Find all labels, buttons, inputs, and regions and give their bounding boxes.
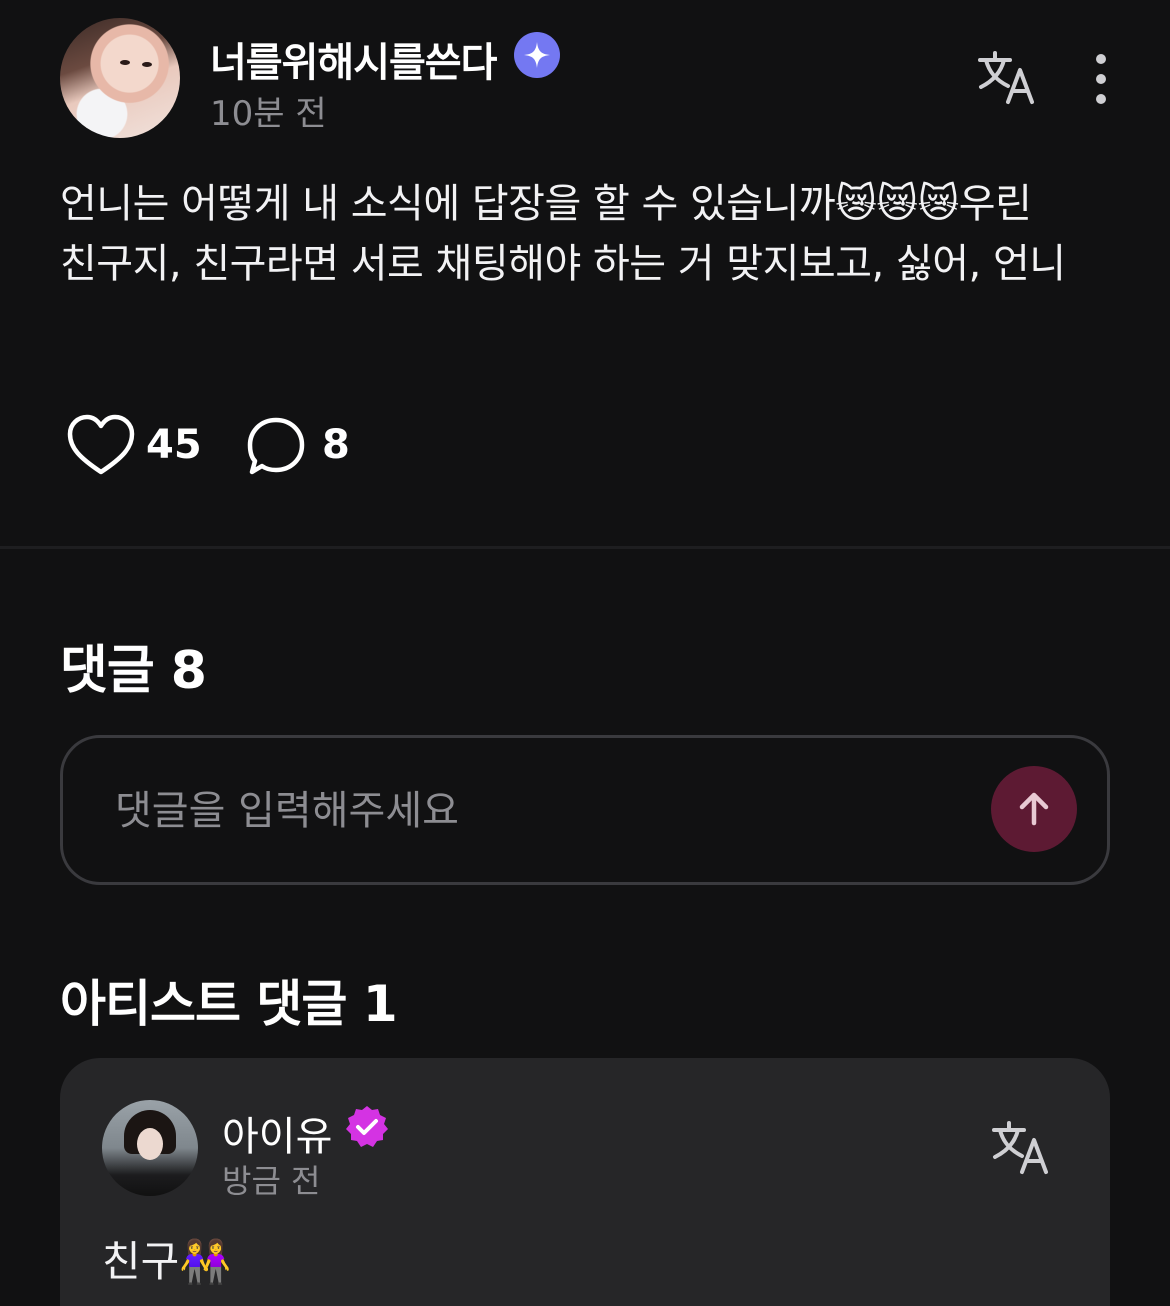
post-actions: 45 8 [66, 414, 466, 478]
send-button[interactable] [991, 766, 1077, 852]
author-name[interactable]: 너를위해시를쓴다 [210, 30, 497, 88]
post-detail-page: 너를위해시를쓴다 10분 전 언니는 어떻게 내 소식에 답장을 할 수 있습니… [0, 0, 1170, 1306]
heart-outline-icon[interactable] [66, 414, 136, 482]
more-vertical-icon[interactable] [1086, 54, 1116, 104]
comment-count[interactable]: 8 [322, 422, 350, 468]
translate-icon[interactable] [990, 1120, 1052, 1176]
sparkle-badge-icon [514, 32, 560, 78]
artist-comments-title: 아티스트 댓글 1 [60, 975, 398, 1033]
artist-comment-time: 방금 전 [222, 1162, 321, 1200]
speech-bubble-icon[interactable] [244, 416, 308, 482]
post-body: 언니는 어떻게 내 소식에 답장을 할 수 있습니까😿😿😿우린 친구지, 친구라… [60, 181, 1066, 287]
like-count[interactable]: 45 [146, 422, 202, 468]
artist-avatar[interactable] [102, 1100, 198, 1196]
artist-comment-card[interactable]: 아이유 방금 전 친구👭 [60, 1058, 1110, 1306]
comments-title: 댓글 8 [60, 641, 207, 701]
post-header: 너를위해시를쓴다 10분 전 [60, 18, 1120, 138]
author-avatar[interactable] [60, 18, 180, 138]
comment-composer [60, 735, 1110, 885]
arrow-up-icon [1019, 792, 1049, 826]
translate-icon[interactable] [976, 50, 1038, 106]
comment-input[interactable] [113, 780, 933, 842]
post-time: 10분 전 [210, 94, 327, 134]
artist-name[interactable]: 아이유 [222, 1104, 332, 1162]
artist-comment-text: 친구👭 [102, 1237, 232, 1286]
verified-check-icon [344, 1104, 390, 1150]
section-divider [0, 546, 1170, 549]
